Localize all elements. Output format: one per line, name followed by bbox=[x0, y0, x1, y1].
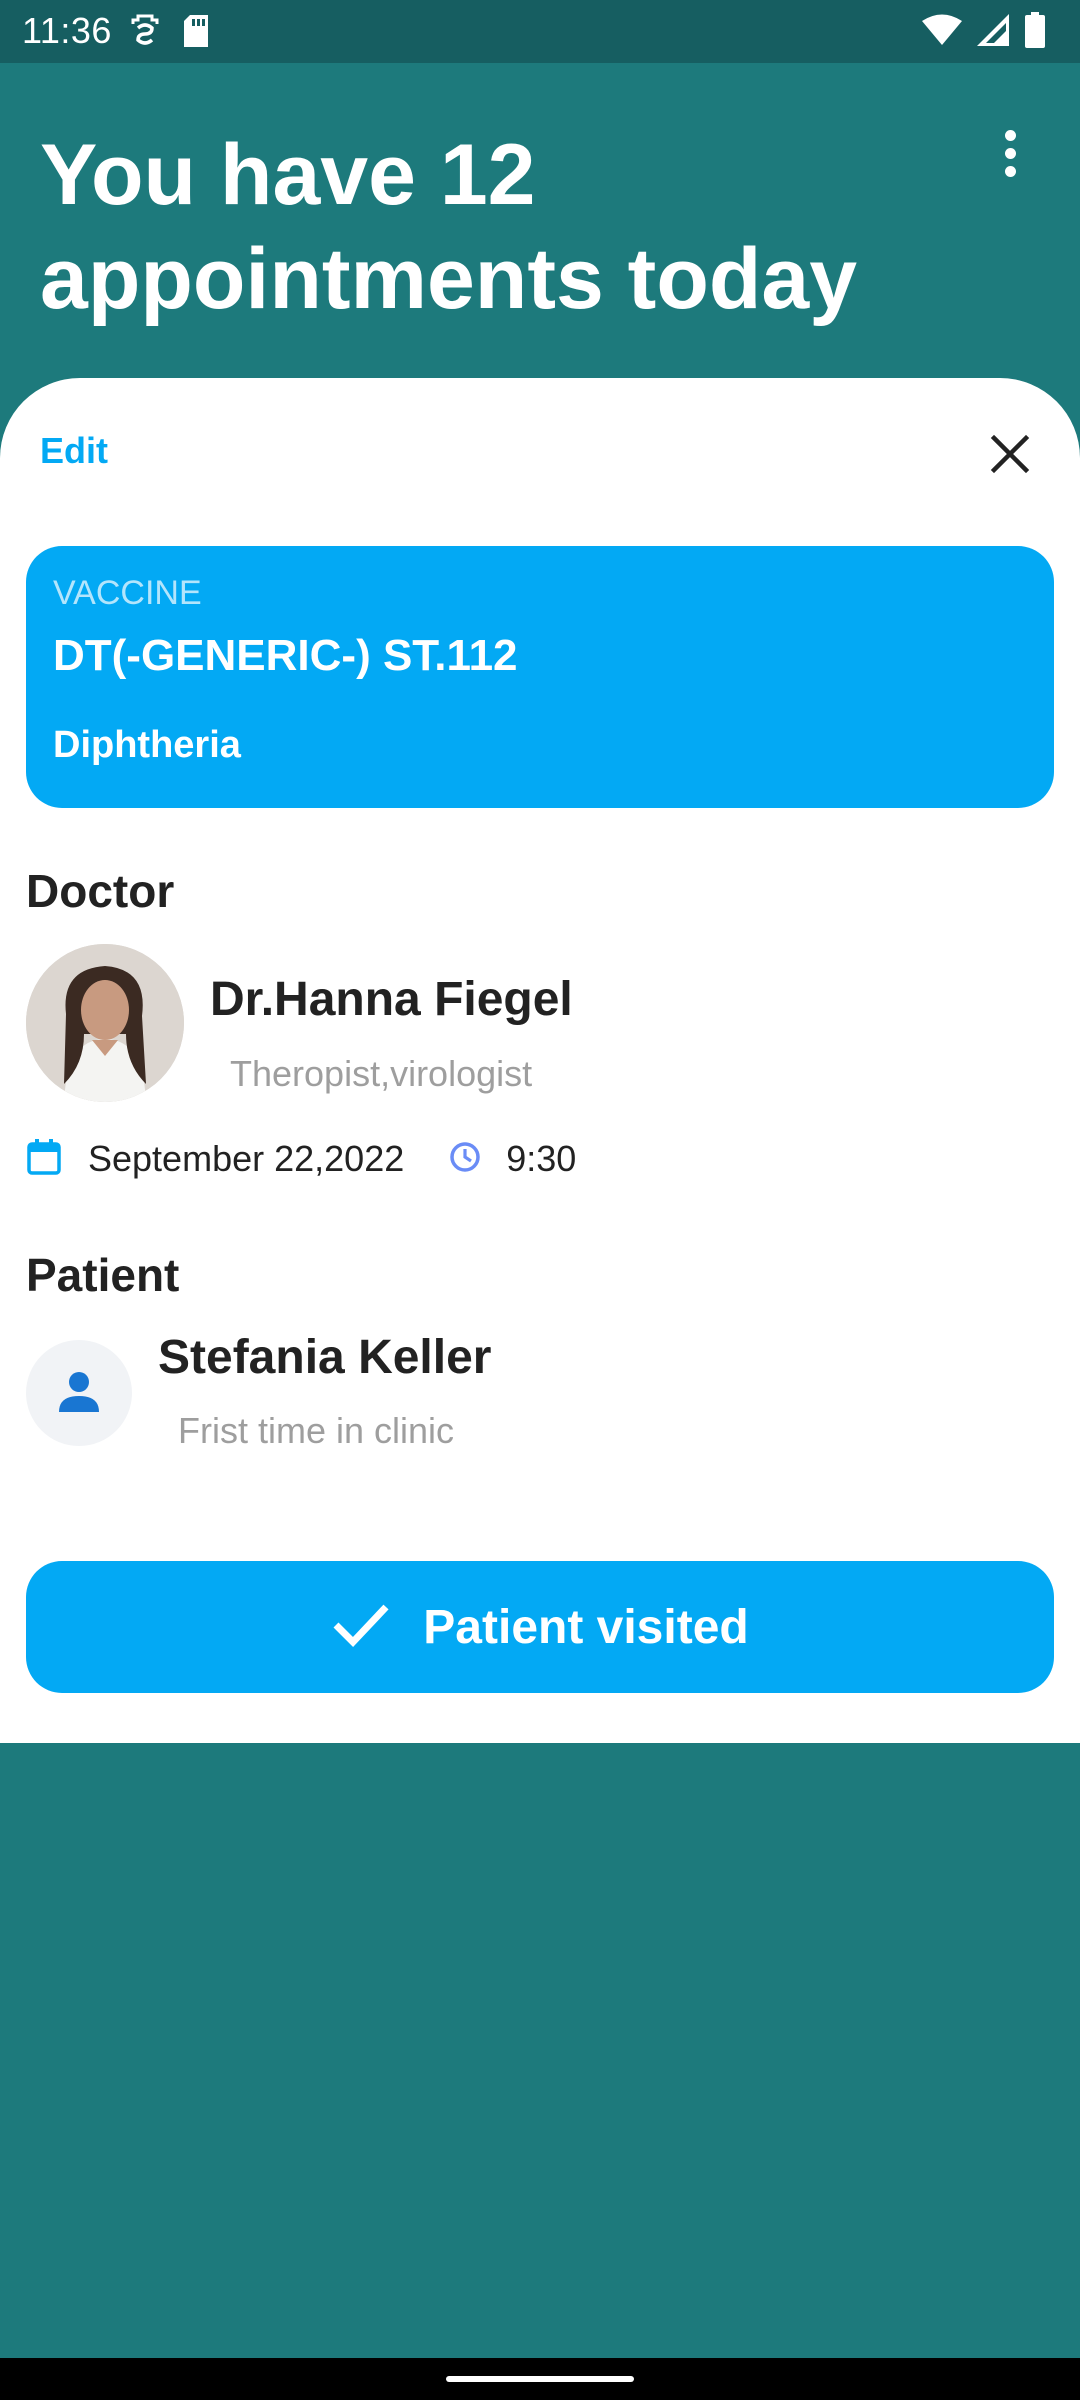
page-title: You have 12 appointments today bbox=[40, 127, 858, 327]
patient-note: Frist time in clinic bbox=[178, 1410, 455, 1451]
wifi-icon bbox=[922, 14, 962, 51]
patient-name: Stefania Keller bbox=[158, 1331, 492, 1384]
person-icon bbox=[56, 1368, 102, 1419]
vaccine-disease: Diphtheria bbox=[53, 724, 241, 766]
patient-visited-button[interactable]: Patient visited bbox=[26, 1561, 1054, 1693]
edit-button[interactable]: Edit bbox=[40, 430, 108, 472]
sd-card-icon bbox=[182, 14, 210, 53]
home-indicator[interactable] bbox=[446, 2376, 634, 2382]
notification-icon bbox=[130, 14, 160, 53]
doctor-name: Dr.Hanna Fiegel bbox=[210, 973, 573, 1026]
vaccine-name: DT(-GENERIC-) ST.112 bbox=[53, 631, 518, 680]
patient-section-title: Patient bbox=[26, 1249, 180, 1301]
doctor-section-title: Doctor bbox=[26, 865, 175, 917]
appointment-date: September 22,2022 bbox=[88, 1138, 405, 1179]
header: You have 12 appointments today bbox=[0, 63, 1080, 383]
more-vert-icon[interactable] bbox=[990, 118, 1030, 188]
vaccine-label: VACCINE bbox=[53, 574, 202, 612]
menu-dot bbox=[1004, 147, 1016, 159]
status-time: 11:36 bbox=[22, 10, 112, 51]
menu-dot bbox=[1004, 129, 1016, 141]
doctor-role: Theropist,virologist bbox=[230, 1053, 533, 1094]
status-bar: 11:36 bbox=[0, 0, 1080, 63]
appointment-datetime: September 22,2022 9:30 bbox=[26, 1136, 576, 1182]
doctor-avatar bbox=[26, 944, 184, 1102]
patient-visited-label: Patient visited bbox=[423, 1600, 749, 1654]
appointment-time: 9:30 bbox=[506, 1138, 577, 1179]
status-left-icons bbox=[130, 14, 210, 53]
appointment-sheet: Edit VACCINE DT(-GENERIC-) ST.112 Diphth… bbox=[0, 378, 1080, 1743]
patient-avatar bbox=[26, 1340, 132, 1446]
calendar-icon bbox=[26, 1138, 62, 1181]
signal-icon bbox=[976, 13, 1010, 52]
clock-icon bbox=[448, 1140, 482, 1179]
close-icon[interactable] bbox=[984, 428, 1036, 480]
status-right-icons bbox=[922, 12, 1046, 53]
vaccine-card: VACCINE DT(-GENERIC-) ST.112 Diphtheria bbox=[26, 546, 1054, 808]
check-icon bbox=[331, 1601, 391, 1654]
navigation-bar bbox=[0, 2358, 1080, 2400]
menu-dot bbox=[1004, 165, 1016, 177]
battery-icon bbox=[1024, 12, 1046, 53]
